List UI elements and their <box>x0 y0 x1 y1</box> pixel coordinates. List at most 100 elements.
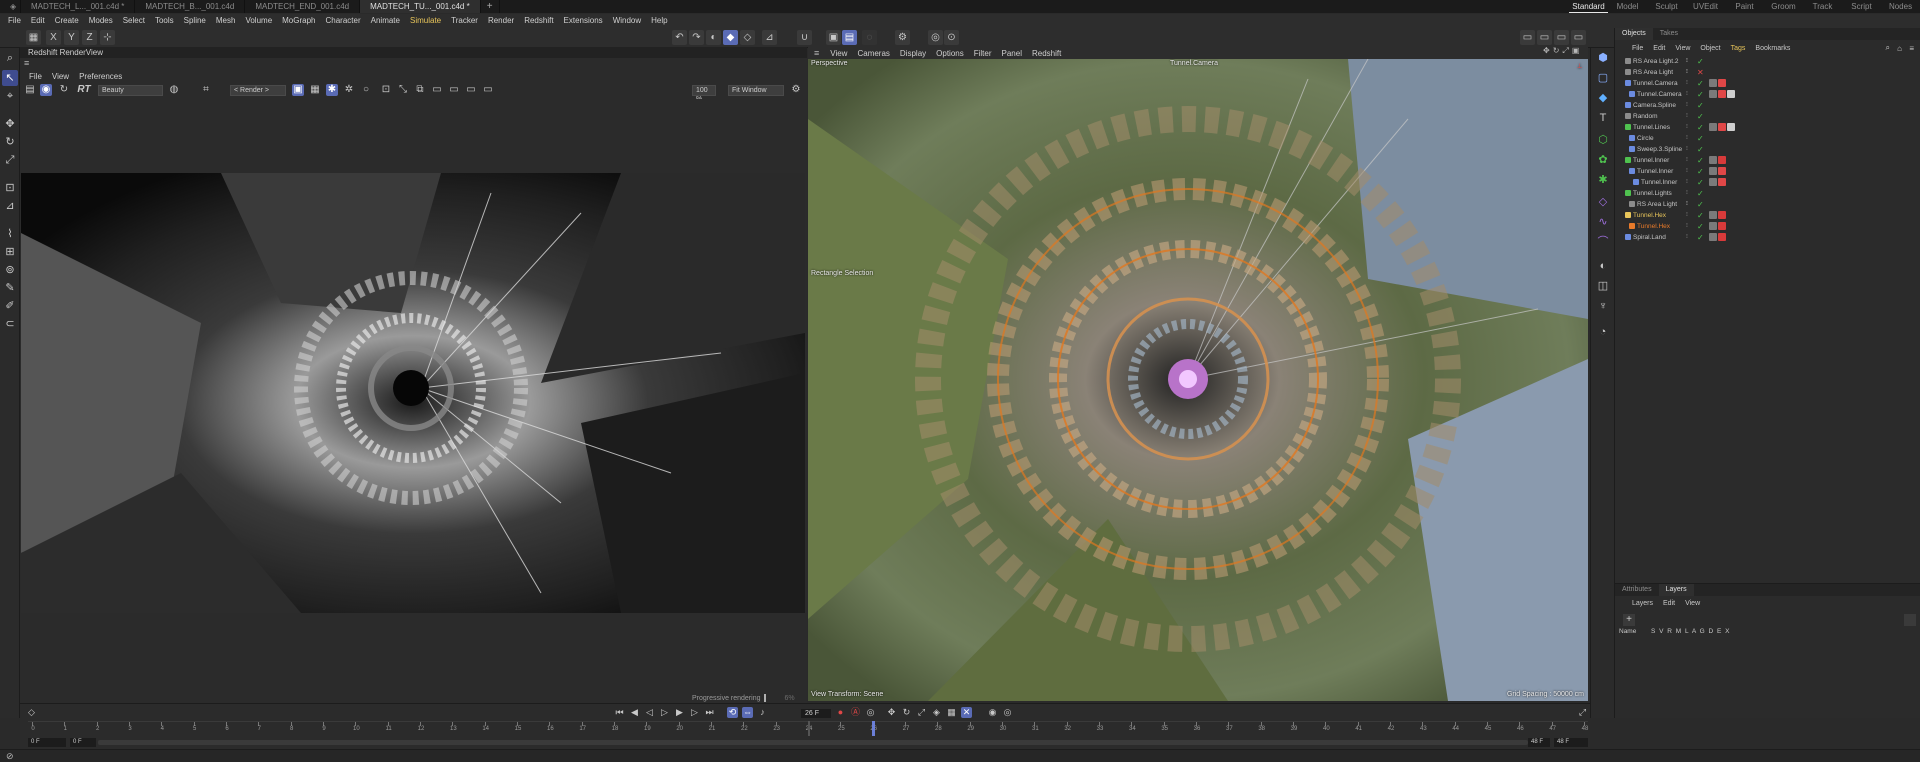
save-icon[interactable]: ▭ <box>431 84 443 96</box>
layout-d-icon[interactable]: ▭ <box>1571 30 1586 45</box>
export2-icon[interactable]: ▭ <box>465 84 477 96</box>
enabled-check-icon[interactable]: ✓ <box>1697 166 1704 177</box>
layout-c-icon[interactable]: ▭ <box>1554 30 1569 45</box>
preview-range-icon[interactable]: ⇔ <box>742 707 753 718</box>
vp-menu-display[interactable]: Display <box>895 49 931 58</box>
axis-x-toggle[interactable]: X <box>46 30 61 45</box>
tab-objects[interactable]: Objects <box>1615 28 1653 40</box>
playhead[interactable] <box>871 721 875 736</box>
grid-icon[interactable]: ▦ <box>26 30 41 45</box>
prev-key-icon[interactable]: ◀ <box>629 707 640 718</box>
range-end-field-2[interactable]: 48 F <box>1554 738 1588 747</box>
layers-menu-view[interactable]: View <box>1680 600 1705 607</box>
menu-character[interactable]: Character <box>321 16 366 25</box>
menu-spline[interactable]: Spline <box>179 16 211 25</box>
move-icon[interactable]: ✥ <box>2 116 18 132</box>
object-tag-icon[interactable] <box>1709 167 1717 175</box>
next-frame-icon[interactable]: ▶ <box>674 707 685 718</box>
grid-view-icon[interactable]: ▦ <box>309 84 321 96</box>
object-tag-icon[interactable] <box>1727 90 1735 98</box>
object-row[interactable]: Circle ⁝ ✓ <box>1615 133 1920 144</box>
layers-menu-layers[interactable]: Layers <box>1627 600 1658 607</box>
visibility-dots-icon[interactable]: ⁝ <box>1686 89 1688 100</box>
layout-uvedit[interactable]: UVEdit <box>1686 0 1725 13</box>
circle-icon[interactable]: ○ <box>360 84 372 96</box>
object-name[interactable]: Tunnel.Lines <box>1633 122 1670 133</box>
object-name[interactable]: Tunnel.Camera <box>1637 89 1682 100</box>
object-row[interactable]: Tunnel.Hex ⁝ ✓ <box>1615 221 1920 232</box>
rt-toggle[interactable]: RT <box>76 84 92 96</box>
tab-attributes[interactable]: Attributes <box>1615 584 1659 596</box>
scale-icon[interactable]: ⤢ <box>2 152 18 168</box>
object-tag-icon[interactable] <box>1718 233 1726 241</box>
obj-menu-file[interactable]: File <box>1627 45 1648 52</box>
param-key-icon[interactable]: ◈ <box>931 707 942 718</box>
object-row[interactable]: Tunnel.Inner ⁝ ✓ <box>1615 155 1920 166</box>
object-row[interactable]: Tunnel.Lines ⁝ ✓ <box>1615 122 1920 133</box>
object-row[interactable]: Spiral.Land ⁝ ✓ <box>1615 232 1920 243</box>
rotate-icon[interactable]: ↻ <box>2 134 18 150</box>
object-row[interactable]: Random ⁝ ✓ <box>1615 111 1920 122</box>
menu-volume[interactable]: Volume <box>240 16 277 25</box>
object-tag-icon[interactable] <box>1718 79 1726 87</box>
object-tag-icon[interactable] <box>1718 123 1726 131</box>
aov-dropdown[interactable]: Beauty <box>98 85 163 96</box>
object-name[interactable]: Circle <box>1637 133 1654 144</box>
object-row[interactable]: RS Area Light ⁝ ✓ <box>1615 199 1920 210</box>
visibility-dots-icon[interactable]: ⁝ <box>1686 232 1688 243</box>
visibility-dots-icon[interactable]: ⁝ <box>1686 166 1688 177</box>
environment-icon[interactable]: ◐ <box>1595 258 1611 274</box>
sound-icon[interactable]: ♪ <box>757 707 768 718</box>
knife-icon[interactable]: ⌇ <box>2 226 18 242</box>
vp-menu-view[interactable]: View <box>825 49 852 58</box>
autokey-icon[interactable]: Ⓐ <box>850 707 861 718</box>
live-select-icon[interactable]: ⌖ <box>2 88 18 104</box>
bokeh-icon[interactable]: ✲ <box>343 84 355 96</box>
obj-menu-tags[interactable]: Tags <box>1726 45 1751 52</box>
play-icon[interactable]: ▷ <box>659 707 670 718</box>
filter-icon[interactable]: ≡ <box>1904 44 1919 53</box>
text-icon[interactable]: T <box>1595 110 1611 126</box>
object-tag-icon[interactable] <box>1709 90 1717 98</box>
visibility-dots-icon[interactable]: ⁝ <box>1686 210 1688 221</box>
object-row[interactable]: Tunnel.Hex ⁝ ✓ <box>1615 210 1920 221</box>
render-icon[interactable]: ◉ <box>40 84 52 96</box>
vp-menu-filter[interactable]: Filter <box>969 49 997 58</box>
object-name[interactable]: RS Area Light <box>1637 199 1677 210</box>
object-name[interactable]: Tunnel.Inner <box>1641 177 1677 188</box>
visibility-dots-icon[interactable]: ⁝ <box>1686 144 1688 155</box>
fit-window-dropdown[interactable]: Fit Window <box>728 85 784 96</box>
object-name[interactable]: Tunnel.Inner <box>1637 166 1673 177</box>
enabled-check-icon[interactable]: ✓ <box>1697 144 1704 155</box>
object-row[interactable]: RS Area Light ⁝ ✕ <box>1615 67 1920 78</box>
object-name[interactable]: Sweep.3.Spline <box>1637 144 1682 155</box>
object-tag-icon[interactable] <box>1727 123 1735 131</box>
obj-menu-object[interactable]: Object <box>1695 45 1725 52</box>
object-row[interactable]: RS Area Light.2 ⁝ ✓ <box>1615 56 1920 67</box>
layout-groom[interactable]: Groom <box>1764 0 1803 13</box>
view-icon[interactable]: ◎ <box>928 30 943 45</box>
layout-nodes[interactable]: Nodes <box>1881 0 1920 13</box>
compare-icon[interactable]: ⧉ <box>414 84 426 96</box>
light-icon[interactable]: ♆ <box>1595 298 1611 314</box>
object-name[interactable]: Tunnel.Inner <box>1633 155 1669 166</box>
obj-menu-edit[interactable]: Edit <box>1648 45 1670 52</box>
document-tab-active[interactable]: MADTECH_TU..._001.c4d * <box>360 0 481 13</box>
bevel-icon[interactable]: ⊿ <box>2 198 18 214</box>
viewport-solo-icon[interactable]: ▤ <box>842 30 857 45</box>
object-tag-icon[interactable] <box>1709 123 1717 131</box>
loop-icon[interactable]: ⊚ <box>2 262 18 278</box>
enabled-check-icon[interactable]: ✓ <box>1697 232 1704 243</box>
object-row[interactable]: Tunnel.Camera ⁝ ✓ <box>1615 89 1920 100</box>
range-end-field[interactable]: 48 F <box>1528 738 1550 747</box>
enabled-check-icon[interactable]: ✓ <box>1697 155 1704 166</box>
crop-icon[interactable]: ⌗ <box>200 84 212 96</box>
rv-menu-view[interactable]: View <box>47 72 74 81</box>
vp-menu-panel[interactable]: Panel <box>997 49 1027 58</box>
enabled-check-icon[interactable]: ✓ <box>1697 188 1704 199</box>
menu-window[interactable]: Window <box>608 16 646 25</box>
document-tab[interactable]: MADTECH_B..._001.c4d <box>135 0 246 13</box>
maximize-icon[interactable]: ▣ <box>1572 46 1580 56</box>
visibility-dots-icon[interactable]: ⁝ <box>1686 100 1688 111</box>
menu-animate[interactable]: Animate <box>366 16 405 25</box>
